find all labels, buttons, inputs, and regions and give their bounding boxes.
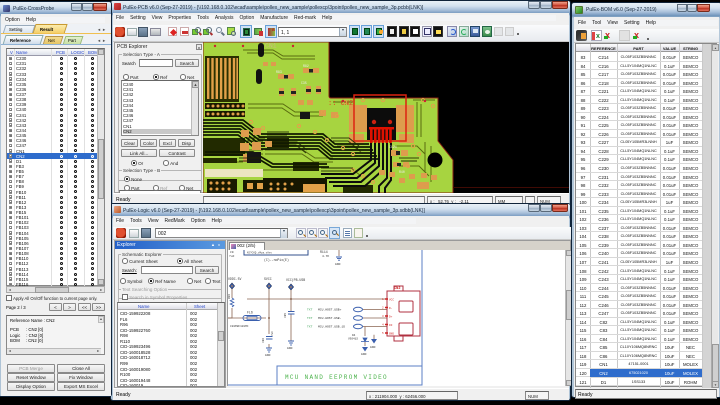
svg-text:GND: GND [370,346,376,349]
svg-text:GND: GND [265,354,271,357]
svg-text:D-: D- [389,307,393,310]
svg-text:TXT: TXT [307,317,313,320]
svg-text:MCU.HOST.USB+: MCU.HOST.USB+ [318,309,342,312]
svg-text:VCC: VCC [389,299,394,302]
svg-text:R96: R96 [228,294,231,299]
svg-text:CN1: CN1 [265,43,277,50]
svg-text:VDDC.5V: VDDC.5V [228,277,241,281]
svg-text:MCU.HOST.USB.1D: MCU.HOST.USB.1D [318,326,345,329]
svg-text:R114: R114 [320,250,328,254]
svg-text:TXT: TXT [307,309,313,312]
svg-text:GND: GND [335,263,341,266]
svg-text:C124: C124 [389,145,397,149]
svg-text:?uF: ?uF [229,255,235,258]
svg-text:D+: D+ [389,316,393,319]
svg-text:C35: C35 [301,81,307,85]
svg-text:R83: R83 [276,70,282,74]
svg-text:C86: C86 [262,338,265,343]
svg-text:VCC(PB.USB: VCC(PB.USB [286,278,305,282]
svg-text:SVCC: SVCC [264,277,272,281]
svg-text:MCU.HOST.USB-: MCU.HOST.USB- [318,317,342,320]
svg-text:R82: R82 [303,64,309,68]
svg-text:4.7K: 4.7K [322,255,329,258]
svg-text:MJ?CKQ.vMpa.sAnv: MJ?CKQ.vMpa.sAnv [247,252,272,255]
svg-text:ID: ID [389,324,393,327]
svg-text:FL6: FL6 [247,311,253,315]
svg-text:C9: C9 [230,251,234,254]
svg-text:(C)--noPix(E): (C)--noPix(E) [264,258,289,262]
svg-text:GND: GND [389,333,394,336]
svg-text:GND: GND [287,347,293,350]
svg-text:C85: C85 [284,313,287,318]
svg-text:VS0415: VS0415 [348,338,358,341]
svg-text:?uF: ?uF [271,331,274,336]
svg-text:MCU NAND EEPROM VIDEO: MCU NAND EEPROM VIDEO [285,374,388,381]
svg-text:C20M8F101MC: C20M8F101MC [230,325,249,328]
svg-text:GND: GND [361,353,367,356]
svg-text:TXT: TXT [307,326,313,329]
svg-text:CN2: CN2 [394,287,400,291]
svg-text:R40: R40 [399,170,405,174]
